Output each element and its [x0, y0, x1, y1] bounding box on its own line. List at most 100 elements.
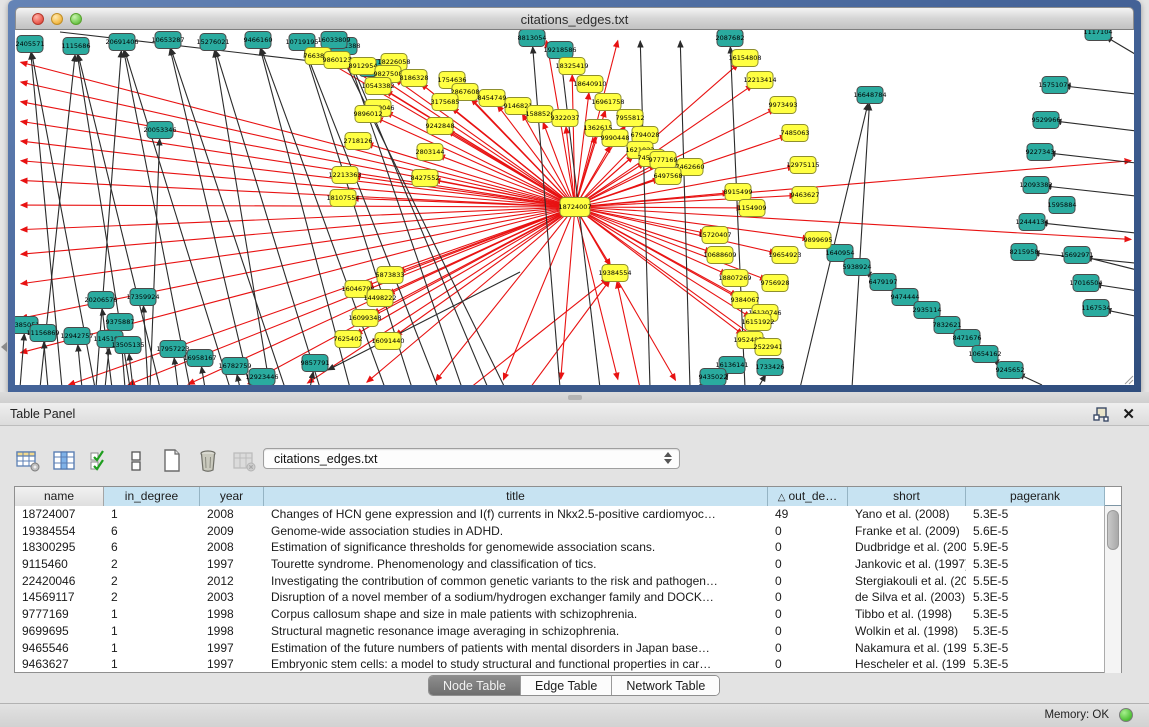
network-canvas[interactable]: 2405571111568620691406106532871527602194… — [15, 30, 1134, 385]
graph-node[interactable]: 9322037 — [551, 110, 580, 127]
cell-short[interactable]: Dudbridge et al. (2008) — [848, 539, 966, 556]
graph-node[interactable]: 2522941 — [754, 339, 783, 356]
cell-in_degree[interactable]: 1 — [104, 640, 200, 657]
graph-node[interactable]: 10543382 — [361, 78, 394, 95]
column-header-out_degree[interactable]: △out_de… — [768, 487, 848, 506]
graph-node[interactable]: 18807269 — [718, 270, 751, 287]
cell-name[interactable]: 18300295 — [15, 539, 104, 556]
graph-node[interactable]: 12213363 — [328, 167, 361, 184]
graph-node[interactable]: 1595884 — [1048, 197, 1077, 214]
cell-pagerank[interactable]: 5.6E-5 — [966, 523, 1105, 540]
table-row[interactable]: 911546021997Tourette syndrome. Phenomeno… — [15, 556, 1121, 573]
graph-node[interactable]: 12975115 — [786, 157, 819, 174]
graph-node[interactable]: 6794028 — [631, 127, 660, 144]
cell-in_degree[interactable]: 2 — [104, 589, 200, 606]
network-window-titlebar[interactable]: citations_edges.txt — [15, 7, 1134, 30]
table-row[interactable]: 1938455462009Genome-wide association stu… — [15, 523, 1121, 540]
graph-node[interactable]: 8427552 — [411, 170, 440, 187]
graph-node[interactable]: 1733426 — [756, 359, 785, 376]
cell-name[interactable]: 14569117 — [15, 589, 104, 606]
table-row[interactable]: 977716911998Corpus callosum shape and si… — [15, 606, 1121, 623]
column-header-name[interactable]: name — [15, 487, 104, 506]
graph-node[interactable]: 15692971 — [1060, 247, 1093, 264]
cell-out_degree[interactable]: 0 — [768, 539, 848, 556]
graph-node[interactable]: 16099348 — [348, 310, 381, 327]
table-row[interactable]: 969969511998Structural magnetic resonanc… — [15, 623, 1121, 640]
cell-out_degree[interactable]: 0 — [768, 589, 848, 606]
graph-node[interactable]: 18325419 — [555, 58, 588, 75]
column-header-short[interactable]: short — [848, 487, 966, 506]
tab-node-table[interactable]: Node Table — [429, 676, 521, 695]
row-select-icon[interactable] — [122, 448, 149, 474]
graph-hub-node[interactable]: 18724007 — [558, 198, 591, 217]
graph-node[interactable]: 12923446 — [245, 369, 278, 386]
graph-node[interactable]: 2405571 — [16, 36, 45, 53]
table-row[interactable]: 946362711997Embryonic stem cells: a mode… — [15, 656, 1121, 673]
graph-node[interactable]: 9463627 — [791, 187, 820, 204]
graph-node[interactable]: 8813054 — [518, 30, 547, 47]
table-selector-dropdown[interactable]: citations_edges.txt — [263, 448, 680, 469]
graph-node[interactable]: 9529966 — [1032, 112, 1061, 129]
cell-in_degree[interactable]: 6 — [104, 539, 200, 556]
cell-year[interactable]: 1997 — [200, 556, 264, 573]
graph-node[interactable]: 20691406 — [105, 34, 138, 51]
graph-node[interactable]: 18107554 — [326, 190, 359, 207]
cell-title[interactable]: Disruption of a novel member of a sodium… — [264, 589, 768, 606]
graph-node[interactable]: 9375887 — [106, 314, 135, 331]
graph-node[interactable]: 7625402 — [334, 331, 363, 348]
graph-node[interactable]: 9227343 — [1026, 144, 1055, 161]
cell-pagerank[interactable]: 5.3E-5 — [966, 589, 1105, 606]
cell-pagerank[interactable]: 5.3E-5 — [966, 656, 1105, 673]
table-settings-icon[interactable] — [14, 448, 41, 474]
cell-in_degree[interactable]: 6 — [104, 523, 200, 540]
cell-year[interactable]: 2003 — [200, 589, 264, 606]
graph-node[interactable]: 16782759 — [218, 358, 251, 375]
cell-name[interactable]: 9777169 — [15, 606, 104, 623]
column-header-year[interactable]: year — [200, 487, 264, 506]
cell-in_degree[interactable]: 1 — [104, 623, 200, 640]
split-divider[interactable] — [0, 392, 1149, 403]
graph-node[interactable]: 2935114 — [913, 302, 942, 319]
graph-node[interactable]: 16151922 — [741, 314, 774, 331]
graph-node[interactable]: 16958167 — [183, 350, 216, 367]
cell-title[interactable]: Tourette syndrome. Phenomenology and cla… — [264, 556, 768, 573]
graph-node[interactable]: 12093382 — [1019, 177, 1052, 194]
graph-node[interactable]: 11156869 — [26, 325, 59, 342]
cell-out_degree[interactable]: 0 — [768, 523, 848, 540]
graph-node[interactable]: 13505135 — [111, 337, 144, 354]
graph-node[interactable]: 5873833 — [376, 267, 405, 284]
table-row[interactable]: 1830029562008Estimation of significance … — [15, 539, 1121, 556]
cell-in_degree[interactable]: 1 — [104, 506, 200, 523]
graph-node[interactable]: 15276021 — [196, 34, 229, 51]
graph-node[interactable]: 16033809 — [317, 32, 350, 49]
graph-node[interactable]: 19654923 — [768, 247, 801, 264]
graph-node[interactable]: 7955812 — [616, 110, 645, 127]
graph-node[interactable]: 15720407 — [698, 227, 731, 244]
graph-node[interactable]: 3175685 — [431, 94, 460, 111]
graph-node[interactable]: 10653287 — [151, 32, 184, 49]
cell-in_degree[interactable]: 1 — [104, 656, 200, 673]
cell-name[interactable]: 9115460 — [15, 556, 104, 573]
cell-short[interactable]: Franke et al. (2009) — [848, 523, 966, 540]
cell-short[interactable]: de Silva et al. (2003) — [848, 589, 966, 606]
cell-name[interactable]: 22420046 — [15, 573, 104, 590]
cell-pagerank[interactable]: 5.5E-5 — [966, 573, 1105, 590]
graph-node[interactable]: 20053346 — [143, 122, 176, 139]
cell-year[interactable]: 1998 — [200, 623, 264, 640]
graph-node[interactable]: 10654162 — [968, 346, 1001, 363]
table-row[interactable]: 1456911722003Disruption of a novel membe… — [15, 589, 1121, 606]
tab-edge-table[interactable]: Edge Table — [521, 676, 612, 695]
graph-node[interactable]: 1117104 — [1084, 30, 1113, 41]
new-table-icon[interactable] — [158, 448, 185, 474]
cell-name[interactable]: 18724007 — [15, 506, 104, 523]
cell-short[interactable]: Jankovic et al. (1997) — [848, 556, 966, 573]
cell-year[interactable]: 2008 — [200, 539, 264, 556]
cell-in_degree[interactable]: 2 — [104, 573, 200, 590]
graph-node[interactable]: 10688609 — [703, 247, 736, 264]
column-header-in_degree[interactable]: in_degree — [104, 487, 200, 506]
column-select-icon[interactable] — [50, 448, 77, 474]
cell-short[interactable]: Hescheler et al. (1997) — [848, 656, 966, 673]
graph-node[interactable]: 9899695 — [804, 232, 833, 249]
table-row[interactable]: 1872400712008Changes of HCN gene express… — [15, 506, 1121, 523]
panel-collapse-arrow-icon[interactable] — [1, 342, 7, 352]
